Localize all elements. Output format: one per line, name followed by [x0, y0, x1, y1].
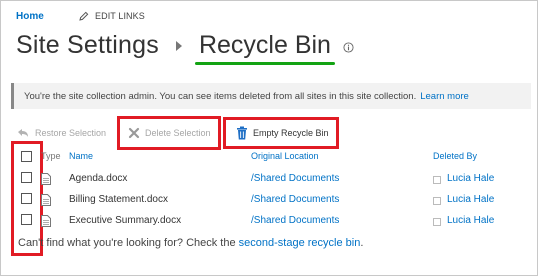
row-checkbox[interactable] — [21, 172, 32, 183]
restore-selection-button[interactable]: Restore Selection — [16, 123, 106, 143]
edit-links-label: EDIT LINKS — [95, 11, 145, 21]
row-checkbox[interactable] — [21, 214, 32, 225]
home-link[interactable]: Home — [16, 11, 44, 22]
edit-links-button[interactable]: EDIT LINKS — [79, 11, 145, 21]
footer-hint: Can't find what you're looking for? Chec… — [18, 237, 363, 249]
deleted-by-link[interactable]: Lucia Hale — [447, 194, 494, 205]
restore-selection-label: Restore Selection — [35, 128, 107, 138]
table-row[interactable]: Executive Summary.docx /Shared Documents… — [1, 213, 538, 233]
recycle-bin-title: Recycle Bin — [194, 31, 335, 65]
banner-message: You're the site collection admin. You ca… — [24, 90, 417, 102]
word-doc-icon — [41, 194, 51, 206]
original-location-link[interactable]: /Shared Documents — [251, 194, 339, 205]
file-name[interactable]: Agenda.docx — [69, 173, 127, 184]
undo-icon — [18, 129, 28, 137]
recycle-bin-title-text: Recycle Bin — [198, 31, 331, 59]
top-nav: Home EDIT LINKS — [16, 11, 145, 22]
file-name[interactable]: Billing Statement.docx — [69, 194, 168, 205]
delete-selection-highlight — [117, 116, 221, 150]
empty-recycle-bin-highlight — [223, 117, 339, 149]
select-all-checkbox[interactable] — [21, 151, 32, 162]
learn-more-link[interactable]: Learn more — [420, 91, 469, 102]
column-header-name[interactable]: Name — [69, 151, 93, 161]
table-row[interactable]: Billing Statement.docx /Shared Documents… — [1, 192, 538, 212]
deleted-by-link[interactable]: Lucia Hale — [447, 173, 494, 184]
original-location-link[interactable]: /Shared Documents — [251, 173, 339, 184]
word-doc-icon — [41, 215, 51, 227]
column-header-type[interactable]: Type — [41, 151, 61, 161]
presence-indicator — [433, 176, 441, 184]
recycle-bin-page: Home EDIT LINKS Site Settings Recycle Bi… — [0, 0, 538, 276]
table-row[interactable]: Agenda.docx /Shared Documents Lucia Hale — [1, 171, 538, 191]
admin-info-banner: You're the site collection admin. You ca… — [11, 83, 531, 109]
page-title: Site Settings Recycle Bin — [16, 31, 354, 65]
pencil-icon — [79, 11, 89, 21]
footer-period: . — [360, 237, 364, 249]
info-icon[interactable] — [343, 41, 354, 53]
chevron-right-icon — [175, 40, 182, 51]
file-name[interactable]: Executive Summary.docx — [69, 215, 181, 226]
word-doc-icon — [41, 173, 51, 185]
second-stage-recycle-bin-link[interactable]: second-stage recycle bin — [239, 237, 361, 249]
title-highlight-underline — [194, 62, 335, 65]
column-header-original-location[interactable]: Original Location — [251, 151, 319, 161]
row-checkbox[interactable] — [21, 193, 32, 204]
original-location-link[interactable]: /Shared Documents — [251, 215, 339, 226]
deleted-by-link[interactable]: Lucia Hale — [447, 215, 494, 226]
footer-text: Can't find what you're looking for? Chec… — [18, 237, 239, 249]
presence-indicator — [433, 197, 441, 205]
column-header-deleted-by[interactable]: Deleted By — [433, 151, 477, 161]
presence-indicator — [433, 218, 441, 226]
site-settings-breadcrumb[interactable]: Site Settings — [16, 31, 159, 60]
